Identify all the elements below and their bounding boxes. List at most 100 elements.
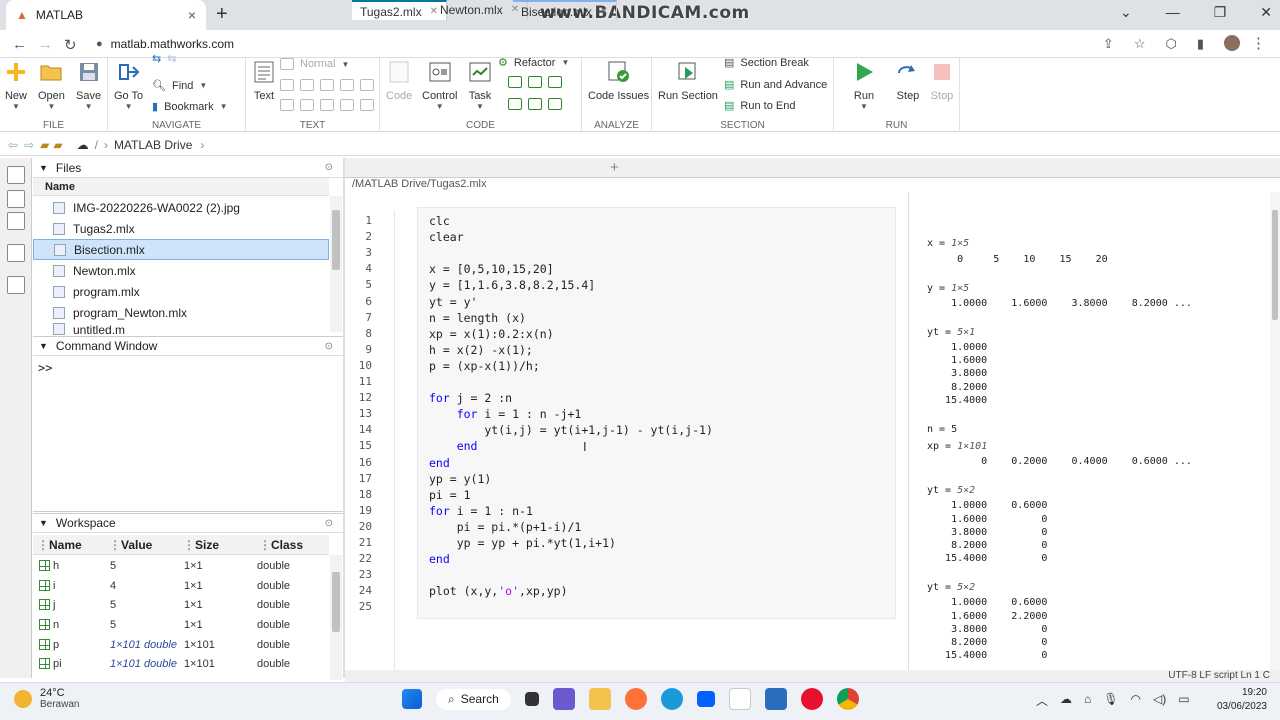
windows-start-icon[interactable] [402,689,422,709]
extensions-icon[interactable]: ⬡ [1165,36,1176,52]
code-line[interactable]: pi = 1 [429,488,471,502]
edge-icon[interactable] [660,688,683,710]
run-to-end-button[interactable]: ▤ Run to End [724,99,795,113]
files-panel-header[interactable]: ▼ Files ⊙ [33,158,343,178]
amazon-icon[interactable] [728,688,751,710]
workspace-row[interactable]: pi 1×101 double 1×101 double [33,655,329,675]
control-button[interactable]: Control ▼ [422,60,457,111]
run-button[interactable]: Run ▼ [852,60,876,111]
bookmark-star-icon[interactable]: ☆ [1134,36,1146,52]
code-line[interactable]: end [429,552,450,566]
code-line[interactable]: clear [429,230,464,244]
workspace-panel-icon[interactable] [7,212,25,230]
history-icon[interactable] [7,276,25,294]
code-line[interactable]: p = (xp-x(1))/h; [429,359,540,373]
panel-options-icon[interactable]: ⊙ [325,341,333,352]
code-line[interactable]: yt = y' [429,295,477,309]
collapse-icon[interactable]: ▼ [39,163,48,173]
command-window[interactable] [33,356,343,512]
col-name[interactable]: ⋮Name [37,538,82,552]
volume-icon[interactable]: ◁) [1153,692,1166,709]
code-line[interactable]: for i = 1 : n-1 [429,504,533,518]
code-line[interactable]: h = x(2) -x(1); [429,343,533,357]
maximize-icon[interactable]: ❐ [1214,4,1227,21]
new-tab-icon[interactable]: + [216,3,228,26]
code-line[interactable]: yp = yp + pi.*yt(1,i+1) [429,536,616,550]
store-icon[interactable] [764,688,787,710]
breadcrumb-matlab-drive[interactable]: MATLAB Drive [114,138,192,152]
browser-menu-icon[interactable]: ⋮ [1251,34,1266,52]
file-item[interactable]: untitled.m [33,323,329,335]
back-forward-nav[interactable]: ⇆ ⇆ [152,52,176,65]
microphone-icon[interactable]: 🎙︎ [1103,692,1118,709]
wifi-icon[interactable]: ◠ [1131,692,1141,709]
workspace-scroll-thumb[interactable] [332,572,340,632]
file-item[interactable]: Newton.mlx [33,260,329,281]
workspace-row[interactable]: p 1×101 double 1×101 double [33,636,329,656]
code-line[interactable]: for j = 2 :n [429,391,512,405]
back-icon[interactable]: ← [12,36,27,53]
workspace-row[interactable]: h 5 1×1 double [33,557,329,577]
panel-options-icon[interactable]: ⊙ [325,518,333,529]
find-button[interactable]: 🔍︎ Find ▼ [152,79,207,93]
chrome-icon[interactable] [836,688,859,710]
back-folder-icon[interactable]: ⇦ [8,138,18,152]
command-window-header[interactable]: ▼ Command Window ⊙ [33,336,343,356]
code-line[interactable]: end [429,456,450,470]
tab-bisection[interactable]: Bisection.mlx ✕ [513,0,618,20]
file-item[interactable]: program_Newton.mlx [33,302,329,323]
file-item[interactable]: program.mlx [33,281,329,302]
workspace-row[interactable]: i 4 1×1 double [33,577,329,597]
code-line[interactable]: n = length (x) [429,311,526,325]
file-item-selected[interactable]: Bisection.mlx [33,239,329,260]
url-field[interactable]: ● matlab.mathworks.com [96,33,1106,55]
workspace-row[interactable]: n 5 1×1 double [33,616,329,636]
task-button[interactable]: Task ▼ [468,60,492,111]
refactor-button[interactable]: ⚙ Refactor ▼ [498,56,569,70]
profile-avatar[interactable] [1224,35,1240,51]
run-section-button[interactable]: Run Section [658,60,718,102]
col-class[interactable]: ⋮Class [259,538,303,552]
share-icon[interactable]: ⇪ [1103,36,1114,52]
code-line[interactable]: yp = y(1) [429,472,491,486]
open-button[interactable]: Open ▼ [38,60,65,111]
output-scroll-thumb[interactable] [1272,210,1278,320]
workspace-header[interactable]: ▼ Workspace ⊙ [33,513,343,533]
section-break-button[interactable]: ▤ Section Break [724,56,809,70]
task-view-icon[interactable] [524,692,539,706]
add-ons-icon[interactable] [7,244,25,262]
file-item[interactable]: Tugas2.mlx [33,218,329,239]
code-issues-button[interactable]: Code Issues [588,60,649,102]
network-icon[interactable]: ⌂ [1084,692,1091,709]
command-prompt[interactable]: >> [38,361,52,375]
run-and-advance-button[interactable]: ▤ Run and Advance [724,78,827,92]
goto-button[interactable]: Go To ▼ [114,60,143,111]
code-line[interactable]: y = [1,1.6,3.8,8.2,15.4] [429,278,595,292]
bookmark-button[interactable]: ▮ Bookmark ▼ [152,100,228,114]
site-info-icon[interactable]: ● [96,38,103,50]
sidebar-icon[interactable]: ▮ [1197,36,1204,52]
code-line[interactable]: x = [0,5,10,15,20] [429,262,554,276]
files-panel-icon[interactable] [7,166,25,184]
add-tab-button[interactable]: + [610,159,619,176]
up-folder-icon[interactable]: ▰ [40,138,49,152]
dropbox-icon[interactable] [696,691,715,707]
files-scroll-thumb[interactable] [332,210,340,270]
new-button[interactable]: New ▼ [4,60,28,111]
text-button[interactable]: Text [252,60,276,102]
taskbar-clock[interactable]: 19:20 03/06/2023 [1195,686,1267,714]
cloud-drive-icon[interactable]: ☁ [77,138,89,152]
browser-tab[interactable]: ▲ MATLAB × [6,0,206,30]
files-column-header[interactable]: Name [33,178,329,196]
save-button[interactable]: Save ▼ [76,60,101,111]
opera-icon[interactable] [800,688,823,710]
code-line[interactable]: plot (x,y,'o',xp,yp) [429,584,568,598]
code-button[interactable]: Code [386,60,412,102]
code-line[interactable]: for i = 1 : n -j+1 [429,407,582,421]
collapse-icon[interactable]: ▼ [39,341,48,351]
close-tab-icon[interactable]: × [188,7,196,23]
code-line[interactable]: end [429,439,478,453]
browse-folder-icon[interactable]: ▰ [53,138,62,152]
code-line[interactable]: yt(i,j) = yt(i+1,j-1) - yt(i,j-1) [429,423,713,437]
tray-chevron-icon[interactable]: ︿ [1036,692,1048,709]
